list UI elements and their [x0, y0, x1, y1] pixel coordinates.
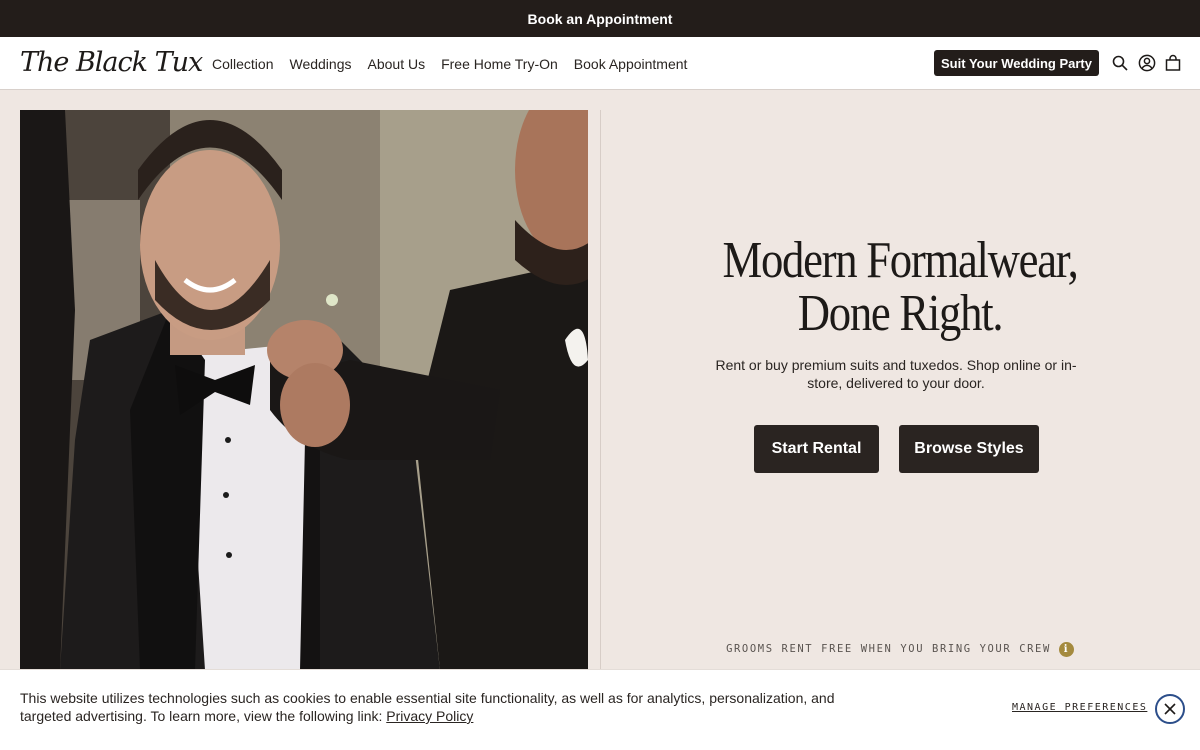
- nav-item-free-home-try-on[interactable]: Free Home Try-On: [441, 56, 558, 72]
- manage-preferences-link[interactable]: MANAGE PREFERENCES: [1012, 702, 1147, 713]
- hero-title-line-1: Modern Formalwear,: [722, 232, 1078, 289]
- hero-title-line-2: Done Right.: [797, 285, 1004, 342]
- nav-item-collection[interactable]: Collection: [212, 56, 273, 72]
- main-nav: Collection Weddings About Us Free Home T…: [212, 37, 687, 90]
- nav-item-about-us[interactable]: About Us: [368, 56, 426, 72]
- nav-item-book-appointment[interactable]: Book Appointment: [574, 56, 688, 72]
- start-rental-button[interactable]: Start Rental: [754, 425, 879, 473]
- hero-image: [20, 110, 588, 670]
- privacy-policy-link[interactable]: Privacy Policy: [386, 708, 473, 724]
- browse-styles-button[interactable]: Browse Styles: [899, 425, 1039, 473]
- suit-wedding-party-button[interactable]: Suit Your Wedding Party: [934, 50, 1099, 76]
- nav-item-weddings[interactable]: Weddings: [289, 56, 351, 72]
- grooms-rent-free-note: GROOMS RENT FREE WHEN YOU BRING YOUR CRE…: [600, 640, 1200, 658]
- hero-title: Modern Formalwear, Done Right.: [642, 234, 1158, 340]
- search-icon[interactable]: [1111, 54, 1129, 72]
- close-icon: [1164, 703, 1176, 715]
- cookie-banner: This website utilizes technologies such …: [0, 669, 1200, 750]
- close-cookie-button[interactable]: [1155, 694, 1185, 724]
- book-appointment-link[interactable]: Book an Appointment: [528, 11, 673, 27]
- site-header: The Black Tux Collection Weddings About …: [0, 37, 1200, 90]
- logo[interactable]: The Black Tux: [20, 46, 203, 80]
- grooms-rent-free-text: GROOMS RENT FREE WHEN YOU BRING YOUR CRE…: [726, 643, 1051, 655]
- cookie-text: This website utilizes technologies such …: [20, 689, 860, 725]
- promo-bar: Book an Appointment: [0, 0, 1200, 37]
- info-icon[interactable]: i: [1058, 641, 1074, 657]
- hero-subtitle: Rent or buy premium suits and tuxedos. S…: [715, 357, 1077, 391]
- cart-icon[interactable]: [1164, 54, 1182, 72]
- hero-divider: [600, 110, 601, 670]
- account-icon[interactable]: [1138, 54, 1156, 72]
